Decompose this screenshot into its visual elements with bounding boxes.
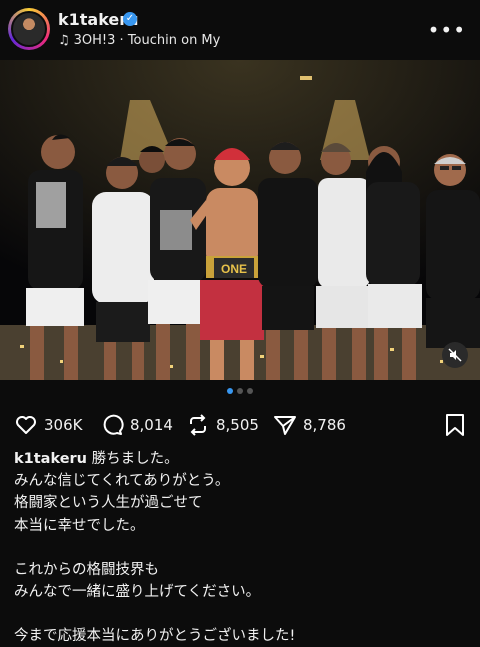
more-options-button[interactable]: •••	[428, 18, 466, 42]
comment-count: 8,014	[130, 416, 173, 434]
carousel-dot	[237, 388, 243, 394]
like-count: 306K	[44, 416, 83, 434]
caption-username[interactable]: k1takeru	[14, 451, 87, 467]
mute-icon[interactable]	[442, 342, 468, 368]
save-button[interactable]	[444, 413, 466, 441]
action-bar: 306K 8,014 8,505 8,786	[0, 410, 480, 440]
avatar[interactable]	[8, 8, 50, 50]
caption-line: みんな信じてくれてありがとう。	[14, 473, 230, 490]
carousel-indicator	[0, 388, 480, 394]
repost-icon	[190, 414, 206, 436]
verified-badge-icon: ✓	[123, 12, 137, 26]
share-count: 8,786	[303, 416, 346, 434]
caption-line: 格闘家という人生が過ごせて	[14, 495, 203, 512]
music-note-icon: ♫	[58, 33, 70, 48]
photo-illustration: ONE	[0, 60, 480, 380]
caption-line: 今まで応援本当にありがとうございました!	[14, 628, 296, 645]
caption-line: みんなで一緒に盛り上げてください。	[14, 584, 261, 601]
comment-icon	[103, 414, 124, 435]
carousel-dot	[227, 388, 233, 394]
carousel-dot	[247, 388, 253, 394]
avatar-image	[11, 11, 47, 47]
bookmark-icon	[446, 414, 464, 436]
send-icon	[274, 416, 296, 435]
caption-text: 勝ちました。	[91, 451, 179, 467]
music-info[interactable]: ♫ 3OH!3 · Touchin on My	[58, 33, 220, 48]
post-header: k1takeru ✓ ♫ 3OH!3 · Touchin on My •••	[0, 0, 480, 60]
repost-count: 8,505	[216, 416, 259, 434]
caption-first-line: k1takeru 勝ちました。	[14, 448, 466, 470]
caption-line: これからの格闘技界も	[14, 561, 159, 578]
caption-line: 本当に幸せでした。	[14, 517, 145, 534]
heart-icon	[16, 416, 36, 434]
music-label: 3OH!3 · Touchin on My	[73, 33, 221, 48]
post-photo[interactable]: ONE	[0, 60, 480, 380]
caption: k1takeru 勝ちました。 みんな信じてくれてありがとう。 格闘家という人生…	[14, 448, 466, 647]
belt-text: ONE	[221, 262, 247, 276]
